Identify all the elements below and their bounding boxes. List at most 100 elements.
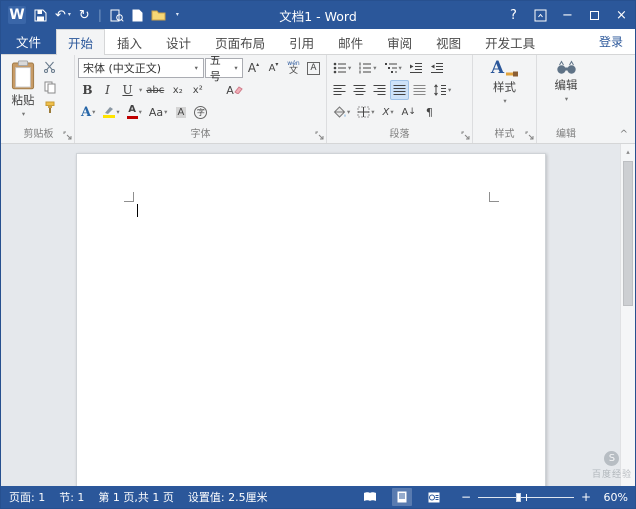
decrease-indent-button[interactable] (406, 58, 426, 78)
vertical-scrollbar[interactable]: ▴ (620, 144, 635, 486)
read-mode-button[interactable] (360, 488, 380, 506)
chevron-down-icon[interactable]: ▾ (139, 86, 142, 94)
chevron-down-icon: ▾ (448, 86, 451, 94)
scroll-up-arrow[interactable]: ▴ (621, 144, 635, 159)
tab-mailings[interactable]: 邮件 (326, 29, 375, 54)
chevron-down-icon[interactable]: ▾ (230, 59, 242, 77)
text-effects-button[interactable]: A▾ (78, 102, 98, 122)
shading-button[interactable]: ▾ (330, 102, 353, 122)
zoom-slider-thumb[interactable] (516, 493, 521, 502)
cut-button[interactable] (40, 57, 59, 77)
chevron-down-icon: ▾ (390, 108, 393, 116)
tab-review[interactable]: 审阅 (375, 29, 424, 54)
status-page-number[interactable]: 页面: 1 (9, 489, 45, 505)
character-shading-button[interactable]: A (171, 102, 190, 122)
font-name-value: 宋体 (中文正文) (83, 60, 161, 76)
sort-button[interactable]: A ↓ (399, 102, 419, 122)
tab-design[interactable]: 设计 (154, 29, 203, 54)
document-area: S 百度经验 ▴ (1, 144, 635, 486)
minimize-button[interactable]: − (554, 1, 581, 29)
status-margin-setting[interactable]: 设置值: 2.5厘米 (188, 489, 268, 505)
zoom-level[interactable]: 60% (598, 491, 628, 504)
clear-formatting-button[interactable]: A (223, 80, 246, 100)
print-layout-button[interactable] (392, 488, 412, 506)
phonetic-guide-button[interactable]: wén文 (284, 58, 303, 78)
copy-button[interactable] (40, 77, 59, 97)
print-preview-button[interactable] (110, 9, 124, 22)
collapse-ribbon-button[interactable]: ^ (620, 130, 628, 140)
save-button[interactable] (34, 9, 47, 22)
align-right-button[interactable] (370, 80, 389, 100)
redo-button[interactable]: ↻ (79, 9, 90, 22)
new-document-button[interactable] (132, 9, 143, 22)
help-button[interactable]: ? (500, 1, 527, 29)
web-layout-button[interactable] (424, 488, 444, 506)
undo-button[interactable]: ↶▾ (55, 9, 71, 22)
distributed-button[interactable] (410, 80, 429, 100)
watermark: S 百度经验 (592, 451, 632, 480)
paragraph-dialog-launcher[interactable] (460, 130, 471, 141)
styles-dialog-launcher[interactable] (524, 130, 535, 141)
tab-file[interactable]: 文件 (1, 29, 56, 54)
status-section[interactable]: 节: 1 (59, 489, 84, 505)
tab-view[interactable]: 视图 (424, 29, 473, 54)
increase-indent-button[interactable] (427, 58, 447, 78)
window-title: 文档1 - Word (279, 6, 357, 25)
shrink-font-button[interactable]: A▾ (264, 58, 283, 78)
open-folder-button[interactable] (151, 9, 166, 21)
font-color-button[interactable]: A ▾ (124, 102, 145, 122)
close-button[interactable]: × (608, 1, 635, 29)
tab-home[interactable]: 开始 (56, 29, 105, 55)
maximize-button[interactable] (581, 1, 608, 29)
character-border-button[interactable]: A (304, 58, 323, 78)
maximize-icon (590, 11, 599, 20)
change-case-button[interactable]: Aa▾ (146, 102, 171, 122)
enclose-characters-button[interactable]: 字 (191, 102, 210, 122)
customize-qat-button[interactable]: ▾ (174, 12, 179, 18)
margin-crop-mark (489, 192, 499, 202)
font-name-combobox[interactable]: 宋体 (中文正文) ▾ (78, 58, 204, 78)
multilevel-list-button[interactable]: ▾ (381, 58, 405, 78)
font-color-bar (127, 116, 138, 119)
highlight-color-button[interactable]: ▾ (99, 102, 122, 122)
document-page[interactable] (76, 153, 546, 486)
zoom-out-button[interactable]: − (459, 490, 473, 504)
asian-layout-button[interactable]: X ▾ (379, 102, 398, 122)
line-spacing-button[interactable]: ▾ (430, 80, 454, 100)
format-painter-button[interactable] (40, 97, 59, 117)
superscript-button[interactable]: x² (188, 80, 207, 100)
subscript-button[interactable]: x₂ (168, 80, 187, 100)
clipboard-dialog-launcher[interactable] (62, 130, 73, 141)
chevron-down-icon[interactable]: ▾ (190, 59, 203, 77)
zoom-in-button[interactable]: + (579, 490, 593, 504)
scrollbar-thumb[interactable] (623, 161, 633, 306)
justify-button[interactable] (390, 80, 409, 100)
tab-references[interactable]: 引用 (277, 29, 326, 54)
paste-button[interactable]: 粘贴 ▾ (6, 57, 40, 128)
font-dialog-launcher[interactable] (314, 130, 325, 141)
word-app-icon[interactable]: W (8, 6, 26, 24)
numbering-button[interactable]: ▾ (355, 58, 379, 78)
italic-button[interactable]: I (98, 80, 117, 100)
editing-button[interactable]: 编辑 ▾ (550, 57, 583, 128)
dialog-launcher-icon (461, 131, 470, 140)
status-page-of-pages[interactable]: 第 1 页,共 1 页 (98, 489, 173, 505)
zoom-slider[interactable] (478, 489, 574, 505)
align-left-button[interactable] (330, 80, 349, 100)
enclose-character-glyph: 字 (194, 106, 207, 119)
borders-button[interactable]: ▾ (354, 102, 377, 122)
tab-page-layout[interactable]: 页面布局 (203, 29, 277, 54)
ribbon-display-options-button[interactable] (527, 1, 554, 29)
grow-font-button[interactable]: A▴ (244, 58, 263, 78)
sign-in-link[interactable]: 登录 (587, 29, 635, 54)
styles-button[interactable]: A 样式 ▾ (486, 57, 523, 128)
show-hide-marks-button[interactable]: ¶ (420, 102, 439, 122)
align-center-button[interactable] (350, 80, 369, 100)
bullets-button[interactable]: ▾ (330, 58, 354, 78)
tab-developer[interactable]: 开发工具 (473, 29, 547, 54)
font-size-combobox[interactable]: 五号 ▾ (205, 58, 243, 78)
underline-button[interactable]: U (118, 80, 137, 100)
tab-insert[interactable]: 插入 (105, 29, 154, 54)
bold-button[interactable]: B (78, 80, 97, 100)
strikethrough-button[interactable]: abc (143, 80, 167, 100)
